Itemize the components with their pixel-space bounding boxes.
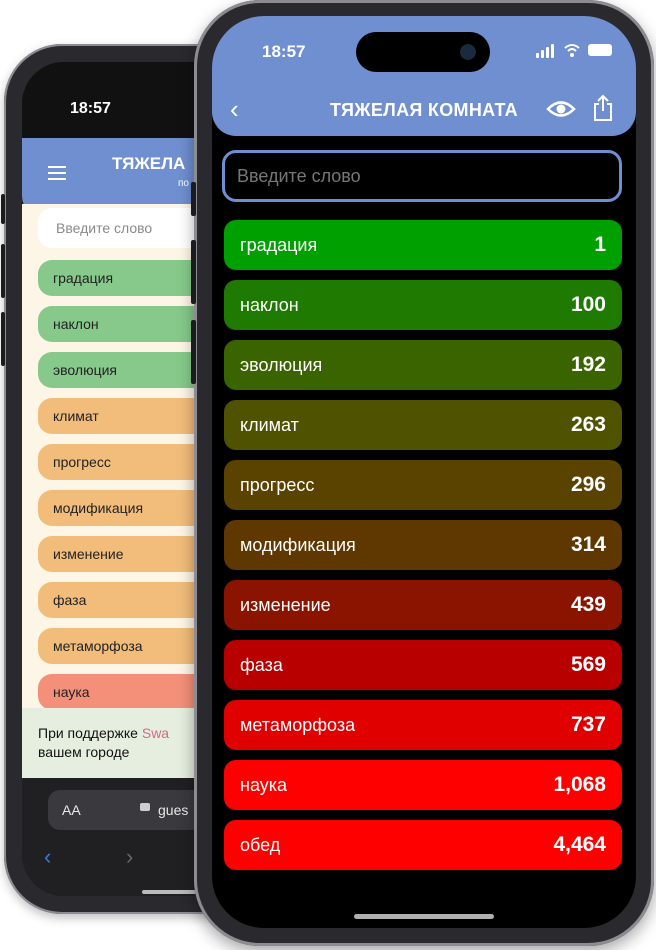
guess-row[interactable]: эволюция (38, 352, 208, 388)
guess-rank: 1,068 (553, 773, 606, 796)
front-screen: 18:57 ‹ ТЯЖЕЛАЯ КОМНАТА Введите слово гр… (212, 16, 636, 928)
guess-row[interactable]: изменение (38, 536, 208, 572)
guess-row[interactable]: наклон (38, 306, 208, 342)
guess-word: климат (53, 408, 99, 424)
guess-word: эволюция (240, 355, 323, 375)
header-title: ТЯЖЕЛА (112, 154, 186, 173)
search-input[interactable]: Введите слово (222, 150, 622, 202)
guess-row[interactable]: изменение 439 (224, 580, 622, 630)
guess-word: метаморфоза (240, 715, 356, 735)
guess-word: наука (240, 775, 288, 795)
guess-row[interactable]: климат 263 (224, 400, 622, 450)
guess-word: градация (53, 270, 114, 286)
side-button (191, 182, 196, 216)
front-phone: 18:57 ‹ ТЯЖЕЛАЯ КОМНАТА Введите слово гр… (191, 0, 654, 946)
side-button (191, 240, 196, 304)
guess-row[interactable]: градация (38, 260, 208, 296)
guess-row[interactable]: модификация 314 (224, 520, 622, 570)
guess-rank: 296 (570, 473, 606, 496)
guess-row[interactable]: прогресс (38, 444, 208, 480)
guess-rank: 569 (570, 653, 606, 676)
text-size-button[interactable]: AA (62, 790, 81, 830)
guess-rank: 4,464 (553, 833, 606, 856)
browser-forward-button[interactable]: › (126, 844, 133, 870)
guess-rank: 314 (570, 533, 606, 556)
camera-icon (460, 44, 476, 60)
signal-icon (541, 50, 544, 58)
share-icon[interactable] (592, 94, 614, 122)
battery-icon (588, 44, 612, 56)
guess-word: метаморфоза (53, 638, 143, 654)
guess-word: наука (53, 684, 90, 700)
guess-word: наклон (53, 316, 99, 332)
guess-row[interactable]: обед 4,464 (224, 820, 622, 870)
guess-list: градация наклон эволюция климат прогресс моди… (38, 260, 208, 720)
guess-row[interactable]: прогресс 296 (224, 460, 622, 510)
guess-row[interactable]: климат (38, 398, 208, 434)
status-time: 18:57 (262, 42, 306, 61)
hamburger-menu-icon[interactable] (48, 166, 66, 184)
guess-word: эволюция (53, 362, 117, 378)
guess-word: изменение (53, 546, 124, 562)
sponsor-link[interactable]: Swa (142, 725, 169, 741)
guess-word: фаза (240, 655, 283, 675)
guess-row[interactable]: фаза 569 (224, 640, 622, 690)
guess-word: модификация (53, 500, 144, 516)
guess-rank: 737 (570, 713, 606, 736)
home-indicator (354, 914, 494, 919)
side-button (1, 244, 5, 298)
guess-row[interactable]: метаморфоза 737 (224, 700, 622, 750)
guess-row[interactable]: наклон 100 (224, 280, 622, 330)
guess-word: изменение (240, 595, 331, 615)
status-time: 18:57 (70, 100, 111, 117)
signal-icon (551, 44, 554, 58)
side-button (191, 320, 196, 384)
guess-row[interactable]: наука (38, 674, 208, 710)
guess-rank: 100 (570, 293, 606, 316)
guess-word: градация (240, 235, 318, 255)
guess-row[interactable]: наука 1,068 (224, 760, 622, 810)
browser-back-button[interactable]: ‹ (44, 844, 51, 870)
guess-row[interactable]: метаморфоза (38, 628, 208, 664)
guess-row[interactable]: градация 1 (224, 220, 622, 270)
eye-icon[interactable] (546, 98, 576, 120)
guess-word: фаза (53, 592, 87, 608)
dynamic-island (356, 32, 490, 72)
header-subtitle: по (178, 178, 189, 189)
guess-rank: 263 (570, 413, 606, 436)
status-icons (536, 42, 612, 58)
guess-word: климат (240, 415, 299, 435)
guess-list: градация 1 наклон 100 эволюция 192 климат 263 пр… (224, 220, 622, 880)
guess-rank: 192 (570, 353, 606, 376)
url-text: gues (158, 802, 189, 818)
signal-icon (536, 53, 539, 58)
signal-icon (546, 47, 549, 58)
guess-rank: 1 (594, 233, 606, 256)
sponsor-text-2: вашем городе (38, 744, 130, 760)
guess-rank: 439 (570, 593, 606, 616)
guess-row[interactable]: фаза (38, 582, 208, 618)
lock-icon (140, 803, 150, 811)
wifi-icon (564, 44, 580, 57)
guess-word: модификация (240, 535, 356, 555)
guess-word: прогресс (53, 454, 111, 470)
side-button (1, 312, 5, 366)
app-header: 18:57 ‹ ТЯЖЕЛАЯ КОМНАТА (212, 16, 636, 136)
search-input[interactable]: Введите слово (38, 208, 208, 248)
sponsor-text: При поддержке (38, 725, 142, 741)
guess-row[interactable]: эволюция 192 (224, 340, 622, 390)
side-button (1, 194, 5, 224)
guess-word: прогресс (240, 475, 315, 495)
guess-row[interactable]: модификация (38, 490, 208, 526)
guess-word: обед (240, 835, 281, 855)
guess-word: наклон (240, 295, 299, 315)
